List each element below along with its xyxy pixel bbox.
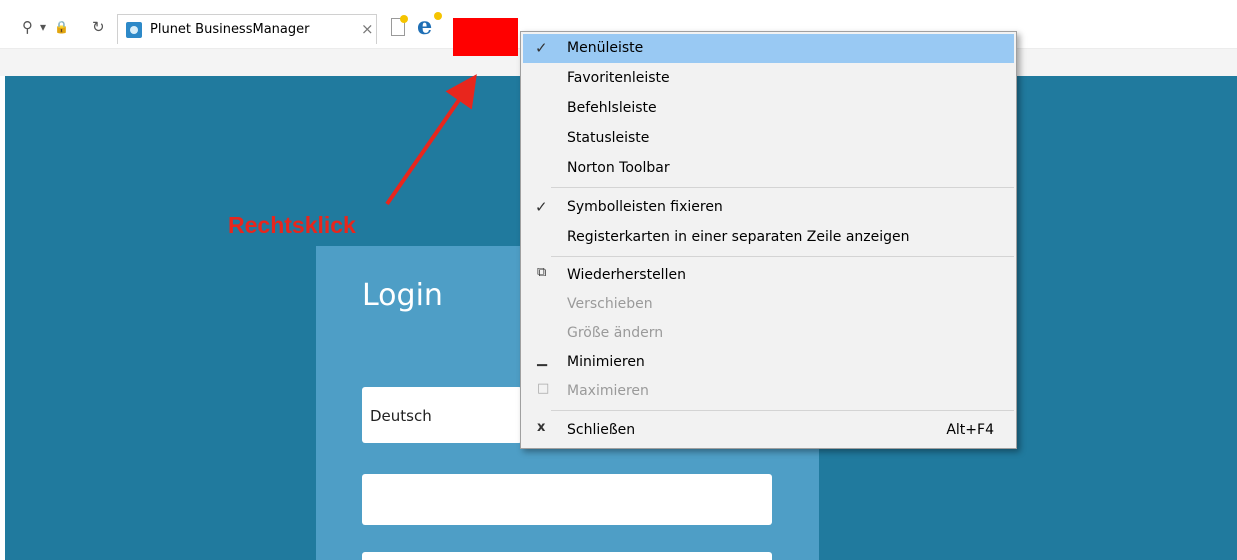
menu-item-label: Registerkarten in einer separaten Zeile …: [567, 229, 910, 245]
username-field[interactable]: [362, 474, 772, 525]
menu-item-minimieren[interactable]: ▁ Minimieren: [523, 348, 1014, 377]
ie-badge-icon: [434, 12, 442, 20]
right-click-target-highlight: [453, 18, 518, 56]
menu-item-norton-toolbar[interactable]: Norton Toolbar: [523, 154, 1014, 183]
password-field[interactable]: [362, 552, 772, 560]
language-select-value: Deutsch: [370, 407, 432, 425]
menu-item-label: Befehlsleiste: [567, 100, 657, 116]
annotation-rechtsklick-label: Rechtsklick: [228, 212, 356, 238]
search-icon[interactable]: ⚲: [22, 18, 33, 36]
menu-item-shortcut: Alt+F4: [946, 422, 994, 438]
check-icon: ✓: [535, 198, 548, 216]
menu-item-befehlsleiste[interactable]: Befehlsleiste: [523, 94, 1014, 123]
lock-icon[interactable]: 🔒: [54, 18, 69, 36]
browser-tab[interactable]: Plunet BusinessManager ×: [117, 14, 377, 44]
menu-item-label: Wiederherstellen: [567, 267, 686, 283]
tab-title: Plunet BusinessManager: [150, 22, 310, 37]
menu-item-label: Statusleiste: [567, 130, 650, 146]
plunet-favicon-icon: [126, 22, 142, 38]
menu-separator: [551, 410, 1014, 411]
menu-item-label: Minimieren: [567, 354, 645, 370]
menu-separator: [551, 187, 1014, 188]
menu-item-schliessen[interactable]: x Schließen Alt+F4: [523, 416, 1014, 445]
refresh-icon[interactable]: ↻: [92, 18, 105, 36]
chevron-down-icon[interactable]: ▾: [40, 18, 46, 36]
menu-item-wiederherstellen[interactable]: ⧉ Wiederherstellen: [523, 261, 1014, 290]
menu-item-label: Verschieben: [567, 296, 653, 312]
login-title: Login: [362, 278, 443, 313]
menu-item-label: Favoritenleiste: [567, 70, 670, 86]
menu-item-favoritenleiste[interactable]: Favoritenleiste: [523, 64, 1014, 93]
menu-item-registerkarten-separate-zeile[interactable]: Registerkarten in einer separaten Zeile …: [523, 223, 1014, 252]
menu-item-label: Norton Toolbar: [567, 160, 670, 176]
menu-item-label: Maximieren: [567, 383, 649, 399]
close-icon: x: [537, 420, 546, 435]
menu-item-statusleiste[interactable]: Statusleiste: [523, 124, 1014, 153]
toolbar-context-menu: ✓ Menüleiste Favoritenleiste Befehlsleis…: [520, 31, 1017, 449]
menu-item-verschieben: Verschieben: [523, 290, 1014, 319]
menu-item-groesse-aendern: Größe ändern: [523, 319, 1014, 348]
menu-item-label: Größe ändern: [567, 325, 664, 341]
menu-item-label: Menüleiste: [567, 40, 644, 56]
menu-item-symbolleisten-fixieren[interactable]: ✓ Symbolleisten fixieren: [523, 193, 1014, 222]
menu-item-label: Schließen: [567, 422, 636, 438]
internet-explorer-icon[interactable]: e: [417, 14, 432, 38]
close-tab-icon[interactable]: ×: [361, 20, 374, 38]
menu-item-maximieren: □ Maximieren: [523, 377, 1014, 406]
menu-separator: [551, 256, 1014, 257]
menu-item-menueleiste[interactable]: ✓ Menüleiste: [523, 34, 1014, 63]
restore-icon: ⧉: [537, 265, 547, 280]
maximize-icon: □: [537, 381, 550, 396]
minimize-icon: ▁: [537, 352, 547, 367]
new-tab-icon[interactable]: [391, 15, 408, 36]
language-select[interactable]: Deutsch: [362, 387, 522, 443]
check-icon: ✓: [535, 39, 548, 57]
menu-item-label: Symbolleisten fixieren: [567, 199, 723, 215]
